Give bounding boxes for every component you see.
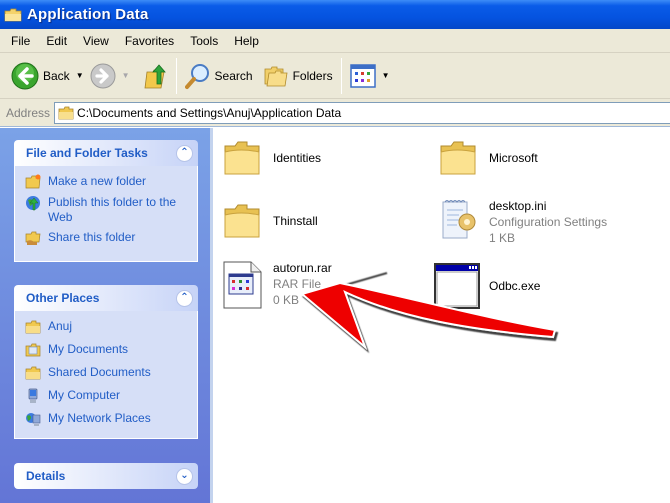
file-item-desktop-ini[interactable]: desktop.ini Configuration Settings 1 KB bbox=[437, 198, 607, 246]
task-share-folder[interactable]: Share this folder bbox=[25, 230, 187, 246]
panel-title: File and Folder Tasks bbox=[26, 146, 148, 160]
place-anuj[interactable]: Anuj bbox=[25, 319, 187, 335]
back-button[interactable]: Back ▼ bbox=[8, 57, 87, 95]
back-label: Back bbox=[43, 68, 70, 83]
place-my-documents[interactable]: My Documents bbox=[25, 342, 187, 358]
my-computer-icon bbox=[28, 388, 38, 403]
file-list: Identities Microsoft Thinstall desktop.i… bbox=[210, 128, 670, 503]
folders-icon bbox=[264, 66, 288, 86]
place-my-computer[interactable]: My Computer bbox=[25, 388, 187, 404]
folder-icon bbox=[224, 141, 260, 175]
back-dropdown-icon[interactable]: ▼ bbox=[76, 71, 84, 80]
file-item-microsoft[interactable]: Microsoft bbox=[437, 136, 538, 180]
menu-file[interactable]: File bbox=[3, 34, 38, 48]
menu-tools[interactable]: Tools bbox=[182, 34, 226, 48]
file-folder-tasks-header[interactable]: File and Folder Tasks ⌃ bbox=[14, 140, 198, 166]
toolbar: Back ▼ ▼ Search Folders ▼ bbox=[0, 53, 670, 99]
chevron-up-icon[interactable]: ⌃ bbox=[176, 289, 193, 307]
views-icon bbox=[349, 63, 376, 88]
share-folder-icon bbox=[25, 231, 41, 245]
title-bar: Application Data bbox=[0, 0, 670, 29]
config-settings-icon bbox=[442, 200, 476, 239]
file-item-thinstall[interactable]: Thinstall bbox=[221, 199, 318, 243]
up-folder-button[interactable] bbox=[141, 57, 171, 95]
menu-favorites[interactable]: Favorites bbox=[117, 34, 182, 48]
chevron-up-icon[interactable]: ⌃ bbox=[176, 144, 193, 162]
address-bar: Address C:\Documents and Settings\Anuj\A… bbox=[0, 99, 670, 127]
back-arrow-icon bbox=[11, 62, 39, 89]
search-icon bbox=[184, 63, 209, 89]
other-places-panel: Other Places ⌃ Anuj My Documents Shared … bbox=[14, 285, 198, 439]
panel-title: Other Places bbox=[26, 291, 100, 305]
task-pane: File and Folder Tasks ⌃ Make a new folde… bbox=[0, 128, 210, 503]
up-folder-icon bbox=[144, 63, 166, 88]
file-item-autorun-rar[interactable]: autorun.rar RAR File 0 KB bbox=[221, 260, 332, 310]
file-item-odbc-exe[interactable]: Odbc.exe bbox=[433, 262, 540, 310]
folders-button[interactable]: Folders bbox=[260, 57, 336, 95]
menu-view[interactable]: View bbox=[75, 34, 117, 48]
folder-icon bbox=[224, 204, 260, 238]
place-my-network-places[interactable]: My Network Places bbox=[25, 411, 187, 427]
forward-arrow-icon bbox=[90, 63, 116, 88]
address-input[interactable]: C:\Documents and Settings\Anuj\Applicati… bbox=[54, 101, 670, 124]
forward-button[interactable]: ▼ bbox=[87, 57, 133, 95]
file-folder-tasks-panel: File and Folder Tasks ⌃ Make a new folde… bbox=[14, 140, 198, 262]
menu-edit[interactable]: Edit bbox=[38, 34, 75, 48]
network-places-icon bbox=[26, 413, 41, 426]
folder-icon bbox=[25, 366, 41, 380]
task-make-new-folder[interactable]: Make a new folder bbox=[25, 174, 187, 190]
new-folder-icon bbox=[25, 174, 41, 189]
forward-dropdown-icon[interactable]: ▼ bbox=[122, 71, 130, 80]
window-title: Application Data bbox=[27, 6, 149, 23]
folder-icon bbox=[4, 8, 22, 21]
folder-icon bbox=[25, 320, 41, 334]
folder-icon bbox=[440, 141, 476, 175]
views-dropdown-icon[interactable]: ▼ bbox=[382, 71, 390, 80]
toolbar-separator bbox=[175, 57, 177, 94]
address-value: C:\Documents and Settings\Anuj\Applicati… bbox=[77, 105, 342, 120]
details-panel: Details ⌄ bbox=[14, 463, 198, 489]
address-label: Address bbox=[6, 105, 51, 120]
task-publish-to-web[interactable]: Publish this folder to the Web bbox=[25, 195, 187, 225]
chevron-down-icon[interactable]: ⌄ bbox=[176, 467, 193, 485]
toolbar-separator bbox=[340, 57, 342, 94]
menu-help[interactable]: Help bbox=[226, 34, 267, 48]
folders-label: Folders bbox=[292, 68, 333, 83]
menu-bar: File Edit View Favorites Tools Help bbox=[0, 29, 670, 53]
views-button[interactable]: ▼ bbox=[347, 57, 393, 95]
exe-file-icon bbox=[434, 263, 480, 309]
other-places-header[interactable]: Other Places ⌃ bbox=[14, 285, 198, 311]
search-label: Search bbox=[214, 68, 253, 83]
folder-icon bbox=[58, 106, 74, 119]
details-header[interactable]: Details ⌄ bbox=[14, 463, 198, 489]
search-button[interactable]: Search bbox=[182, 57, 256, 95]
panel-title: Details bbox=[26, 469, 66, 483]
place-shared-documents[interactable]: Shared Documents bbox=[25, 365, 187, 381]
my-documents-icon bbox=[25, 343, 41, 357]
rar-file-icon bbox=[223, 261, 262, 309]
publish-web-icon bbox=[26, 196, 40, 211]
file-item-identities[interactable]: Identities bbox=[221, 136, 321, 180]
